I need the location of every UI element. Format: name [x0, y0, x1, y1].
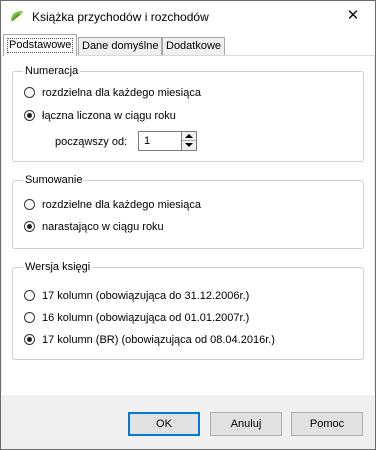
radio-button[interactable] [24, 87, 35, 98]
start-number-input[interactable] [138, 131, 182, 151]
cancel-button[interactable]: Anuluj [210, 412, 282, 436]
radio-button[interactable] [24, 199, 35, 210]
radio-button[interactable] [24, 334, 35, 345]
dialog-window: Książka przychodów i rozchodów ✕ Podstaw… [0, 0, 376, 450]
tab-label: Dodatkowe [166, 40, 222, 52]
radio-label: 16 kolumn (obowiązująca od 01.01.2007r.) [42, 312, 250, 324]
sumowanie-group: Sumowanie rozdzielne dla każdego miesiąc… [12, 174, 364, 249]
tab-label: Dane domyślne [82, 40, 159, 52]
app-icon [9, 9, 25, 23]
numeracja-group: Numeracja rozdzielna dla każdego miesiąc… [12, 65, 364, 162]
radio-label: łączna liczona w ciągu roku [42, 110, 176, 122]
radio-label: rozdzielna dla każdego miesiąca [42, 87, 201, 99]
radio-label: 17 kolumn (BR) (obowiązująca od 08.04.20… [42, 334, 275, 346]
close-icon[interactable]: ✕ [331, 1, 375, 31]
spin-up-icon[interactable] [182, 132, 196, 141]
radio-button[interactable] [24, 290, 35, 301]
start-number-label: począwszy od: [55, 136, 128, 148]
radio-label: narastająco w ciągu roku [42, 221, 164, 233]
spin-down-icon[interactable] [182, 141, 196, 150]
radio-button[interactable] [24, 312, 35, 323]
radio-label: 17 kolumn (obowiązująca do 31.12.2006r.) [42, 290, 250, 302]
ok-button[interactable]: OK [128, 412, 200, 436]
radio-label: rozdzielne dla każdego miesiąca [42, 199, 201, 211]
start-number-stepper [181, 131, 197, 151]
wersja-group: Wersja księgi 17 kolumn (obowiązująca do… [12, 261, 364, 360]
window-title: Książka przychodów i rozchodów [32, 10, 209, 24]
radio-button[interactable] [24, 221, 35, 232]
group-title: Numeracja [23, 65, 81, 77]
tab-strip: Podstawowe Dane domyślne Dodatkowe [1, 31, 375, 56]
help-button[interactable]: Pomoc [291, 412, 363, 436]
group-title: Wersja księgi [23, 261, 93, 273]
tab-dane-domyslne[interactable]: Dane domyślne [78, 37, 163, 55]
tab-dodatkowe[interactable]: Dodatkowe [162, 37, 226, 55]
title-bar: Książka przychodów i rozchodów ✕ [1, 1, 375, 31]
radio-button[interactable] [24, 110, 35, 121]
tab-label: Podstawowe [7, 38, 74, 53]
group-title: Sumowanie [23, 174, 85, 186]
tab-podstawowe[interactable]: Podstawowe [3, 34, 78, 56]
tab-panel: Numeracja rozdzielna dla każdego miesiąc… [2, 55, 374, 395]
